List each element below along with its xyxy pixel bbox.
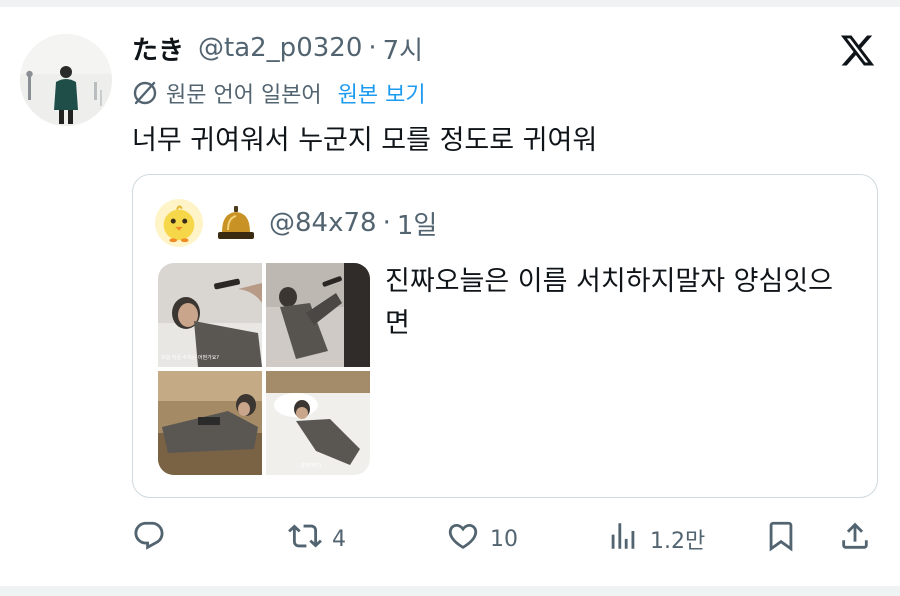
author-avatar[interactable] xyxy=(20,34,112,126)
quote-media-grid[interactable]: 오늘 지금 수치는 어떤가요? ...통하여(?) xyxy=(158,263,370,475)
quote-header: @84x78 · 1일 xyxy=(155,199,437,247)
heart-icon xyxy=(446,519,480,559)
retweet-count: 4 xyxy=(332,526,346,552)
media-image-1[interactable]: 오늘 지금 수치는 어떤가요? xyxy=(158,263,262,367)
quote-author-handle[interactable]: @84x78 xyxy=(269,208,377,238)
views-icon xyxy=(606,519,640,559)
show-original-link[interactable]: 원본 보기 xyxy=(338,77,426,109)
translate-icon xyxy=(132,80,158,106)
retweet-icon xyxy=(288,519,322,559)
share-button[interactable] xyxy=(838,514,872,564)
share-icon xyxy=(838,519,872,559)
author-handle[interactable]: @ta2_p0320 xyxy=(198,33,362,63)
translation-note: 원문 언어 일본어 xyxy=(166,83,322,108)
view-count: 1.2만 xyxy=(650,529,706,554)
tweet-timestamp[interactable]: 7시 xyxy=(383,30,423,67)
like-count: 10 xyxy=(490,526,518,552)
media-image-2[interactable] xyxy=(266,263,370,367)
reply-button[interactable] xyxy=(132,514,176,564)
quoted-tweet-card[interactable]: @84x78 · 1일 오늘 지금 수치는 어떤가요? ...통하여(?) 진짜… xyxy=(132,174,878,498)
tweet-header: たき @ta2_p0320 · 7시 xyxy=(132,30,423,66)
author-display-name[interactable]: たき xyxy=(132,30,184,67)
quote-timestamp[interactable]: 1일 xyxy=(397,205,437,242)
bell-icon xyxy=(213,200,259,246)
like-button[interactable]: 10 xyxy=(446,514,518,564)
reply-icon xyxy=(132,519,166,559)
media-caption-1: 오늘 지금 수치는 어떤가요? xyxy=(161,354,219,361)
tweet-action-bar: 4 10 1.2만 xyxy=(132,514,878,564)
views-button[interactable]: 1.2만 xyxy=(606,514,705,564)
x-logo-icon[interactable] xyxy=(839,32,876,69)
top-divider xyxy=(0,0,900,7)
retweet-button[interactable]: 4 xyxy=(288,514,346,564)
quote-author-avatar[interactable] xyxy=(155,199,203,247)
translation-row: 원문 언어 일본어 원본 보기 xyxy=(132,76,426,110)
header-separator: · xyxy=(368,33,377,63)
bookmark-icon xyxy=(764,519,798,559)
media-caption-2: ...통하여(?) xyxy=(296,462,321,469)
quote-header-separator: · xyxy=(382,208,391,238)
bookmark-button[interactable] xyxy=(764,514,798,564)
media-image-3[interactable] xyxy=(158,371,262,475)
bottom-divider xyxy=(0,586,900,596)
tweet-text: 너무 귀여워서 누군지 모를 정도로 귀여워 xyxy=(132,125,598,156)
media-image-4[interactable]: ...통하여(?) xyxy=(266,371,370,475)
quoted-tweet-text: 진짜오늘은 이름 서치하지말자 양심잇으면 xyxy=(385,266,834,339)
